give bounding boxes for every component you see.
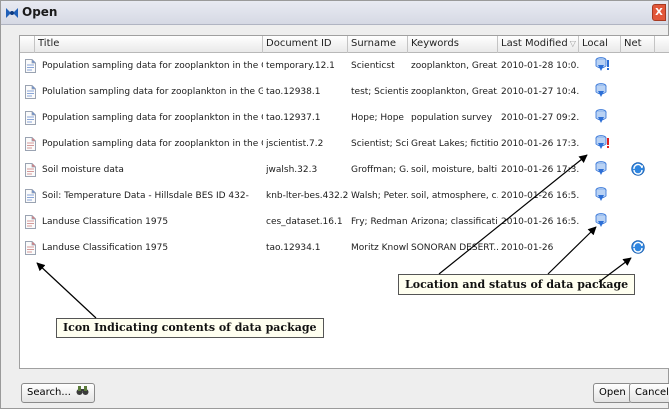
data-document-icon [25,85,36,99]
cell-surname: test; Scientist [351,87,408,97]
window-title: Open [22,5,58,19]
metadata-document-icon [25,163,36,177]
cell-keywords: population survey [411,113,493,123]
column-header-surname[interactable]: Surname [348,36,408,53]
metadata-document-icon [25,137,36,151]
cell-doc-id: tao.12937.1 [266,113,321,123]
table-row[interactable]: Landuse Classification 1975 tao.12934.1 Mo… [20,236,669,261]
local-error-icon [595,134,611,152]
column-header-last-modified[interactable]: Last Modified ▽ [498,36,579,53]
cell-keywords: Arizona; classificati... [411,217,498,227]
data-document-icon [25,59,36,73]
binoculars-icon [76,386,89,395]
local-icon [595,160,611,178]
cell-keywords: soil, atmosphere, c... [411,191,498,201]
annotation-location-status: Location and status of data package [398,274,636,295]
cell-surname: Hope; Hope [351,113,404,123]
cell-surname: Moritz Knowl... [351,243,408,253]
table-row[interactable]: Population sampling data for zooplankton… [20,54,669,79]
cell-keywords: SONORAN DESERT... [411,243,498,253]
annotation-icon-contents: Icon Indicating contents of data package [56,318,324,338]
cell-modified: 2010-01-27 09:2... [501,113,579,123]
cell-modified: 2010-01-26 16:5... [501,191,579,201]
data-document-icon [25,111,36,125]
cell-title: Soil moisture data [42,165,124,175]
cell-doc-id: knb-lter-bes.432.20 [266,191,348,201]
local-icon [595,82,611,100]
cell-title: Landuse Classification 1975 [42,243,169,253]
table-row[interactable]: Soil: Temperature Data - Hillsdale BES I… [20,184,669,209]
local-icon [595,212,611,230]
metadata-document-icon [25,215,36,229]
search-button-label: Search... [27,387,71,398]
cell-doc-id: tao.12934.1 [266,243,321,253]
cell-surname: Groffman; G... [351,165,408,175]
header-filler [655,36,669,53]
sort-descending-icon: ▽ [569,39,576,48]
table-row[interactable]: Soil moisture data jwalsh.32.3 Groffman; G… [20,158,669,183]
cell-modified: 2010-01-26 17:3... [501,165,579,175]
cell-modified: 2010-01-26 16:5... [501,217,579,227]
local-icon [595,108,611,126]
column-header-keywords[interactable]: Keywords [408,36,498,53]
cell-surname: Walsh; Peter... [351,191,408,201]
cell-title: Population sampling data for zooplankton… [42,139,263,149]
metadata-document-icon [25,241,36,255]
cell-surname: Scientist; Sci... [351,139,408,149]
data-document-icon [25,189,36,203]
column-header-title[interactable]: Title [35,36,263,53]
cell-doc-id: temporary.12.1 [266,61,335,71]
cell-title: Population sampling data for zooplankton… [42,61,263,71]
title-bar[interactable]: Open X [1,1,668,25]
column-header-document-id[interactable]: Document ID [263,36,348,53]
app-logo-icon [6,8,18,18]
cell-doc-id: tao.12938.1 [266,87,321,97]
table-row[interactable]: Population sampling data for zooplankton… [20,106,669,131]
close-button[interactable]: X [652,4,666,21]
cancel-button[interactable]: Cancel [629,383,669,403]
local-alert-icon [595,56,611,74]
cell-keywords: Great Lakes; fictitio... [411,139,498,149]
cell-modified: 2010-01-27 10:4... [501,87,579,97]
cell-modified: 2010-01-28 10:0... [501,61,579,71]
table-row[interactable]: Population sampling data for zooplankton… [20,132,669,157]
cell-title: Population sampling data for zooplankton… [42,113,263,123]
column-header-net[interactable]: Net [621,36,655,53]
local-icon [595,186,611,204]
column-header-local[interactable]: Local [579,36,621,53]
header-spacer [20,36,35,53]
cell-surname: Scienticst [351,61,395,71]
network-icon [631,240,645,254]
cell-doc-id: ces_dataset.16.1 [266,217,343,227]
search-button[interactable]: Search... [21,383,96,403]
cell-title: Soil: Temperature Data - Hillsdale BES I… [42,191,249,201]
cell-keywords: zooplankton, Great... [411,87,498,97]
open-button[interactable]: Open [593,383,632,403]
table-row[interactable]: Polulation sampling data for zooplankton… [20,80,669,105]
network-icon [631,162,645,176]
cell-doc-id: jscientist.7.2 [266,139,324,149]
cell-keywords: soil, moisture, balti... [411,165,498,175]
last-modified-label: Last Modified [501,38,568,49]
open-dialog: Open X Title Document ID Surname Keyword… [0,0,669,409]
cell-title: Landuse Classification 1975 [42,217,169,227]
cell-modified: 2010-01-26 [501,243,554,253]
table-row[interactable]: Landuse Classification 1975 ces_dataset.1… [20,210,669,235]
cell-doc-id: jwalsh.32.3 [266,165,318,175]
cell-modified: 2010-01-26 17:3... [501,139,579,149]
table-header: Title Document ID Surname Keywords Last … [20,36,669,53]
cell-keywords: zooplankton, Great... [411,61,498,71]
cell-surname: Fry; Redman... [351,217,408,227]
cell-title: Polulation sampling data for zooplankton… [42,87,263,97]
